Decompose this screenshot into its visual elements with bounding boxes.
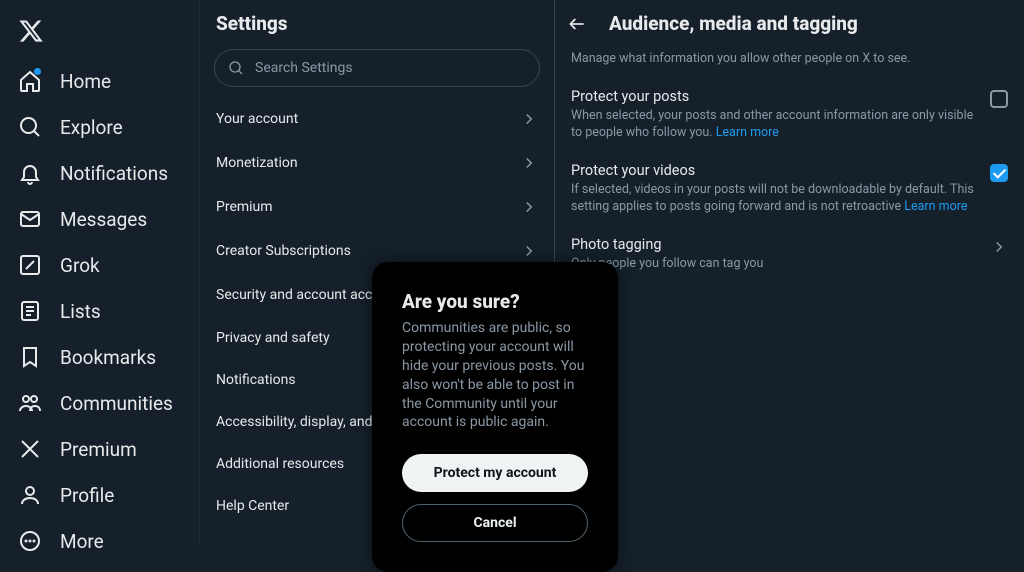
nav-communities[interactable]: Communities (6, 380, 191, 426)
settings-search (214, 49, 540, 87)
detail-subtitle: Manage what information you allow other … (555, 45, 1024, 80)
back-button[interactable] (567, 14, 587, 34)
nav-label: Bookmarks (60, 346, 156, 369)
protect-account-button[interactable]: Protect my account (402, 454, 588, 492)
detail-title: Audience, media and tagging (609, 12, 858, 35)
nav-profile[interactable]: Profile (6, 472, 191, 518)
option-desc: If selected, videos in your posts will n… (571, 182, 978, 216)
row-label: Notifications (216, 372, 296, 388)
nav-label: Messages (60, 208, 147, 231)
nav-notifications[interactable]: Notifications (6, 150, 191, 196)
nav-label: Profile (60, 484, 114, 507)
nav-premium[interactable]: Premium (6, 426, 191, 472)
dialog-body: Communities are public, so protecting yo… (402, 319, 588, 432)
row-label: Your account (216, 111, 298, 127)
search-icon (228, 60, 244, 76)
nav-explore[interactable]: Explore (6, 104, 191, 150)
chevron-right-icon (520, 154, 538, 172)
nav-lists[interactable]: Lists (6, 288, 191, 334)
nav-label: Premium (60, 438, 137, 461)
profile-icon (18, 483, 42, 507)
option-photo-tagging[interactable]: Photo tagging Only people you follow can… (555, 228, 1024, 285)
cancel-button[interactable]: Cancel (402, 504, 588, 542)
row-label: Creator Subscriptions (216, 243, 351, 259)
x-logo[interactable] (6, 8, 191, 58)
search-icon (18, 115, 42, 139)
chevron-right-icon (990, 238, 1008, 256)
row-label: Monetization (216, 155, 298, 171)
nav-messages[interactable]: Messages (6, 196, 191, 242)
option-desc: Only people you follow can tag you (571, 256, 978, 273)
row-label: Additional resources (216, 456, 344, 472)
mail-icon (18, 207, 42, 231)
option-protect-videos: Protect your videos If selected, videos … (555, 154, 1024, 228)
chevron-right-icon (520, 110, 538, 128)
search-input[interactable] (214, 49, 540, 87)
x-icon (18, 437, 42, 461)
option-title: Protect your videos (571, 162, 978, 179)
dialog-title: Are you sure? (402, 290, 588, 313)
option-protect-posts: Protect your posts When selected, your p… (555, 80, 1024, 154)
notification-dot (34, 68, 41, 75)
detail-header: Audience, media and tagging (555, 6, 1024, 45)
grok-icon (18, 253, 42, 277)
nav-more[interactable]: More (6, 518, 191, 564)
nav-label: Home (60, 70, 111, 93)
nav-label: Grok (60, 254, 100, 277)
settings-row-your-account[interactable]: Your account (200, 97, 554, 141)
row-label: Privacy and safety (216, 330, 330, 346)
settings-title: Settings (216, 12, 538, 35)
nav-bookmarks[interactable]: Bookmarks (6, 334, 191, 380)
nav-home[interactable]: Home (6, 58, 191, 104)
list-icon (18, 299, 42, 323)
nav-label: Explore (60, 116, 123, 139)
chevron-right-icon (520, 198, 538, 216)
option-desc: When selected, your posts and other acco… (571, 108, 978, 142)
bookmark-icon (18, 345, 42, 369)
nav-label: More (60, 530, 104, 553)
confirm-dialog: Are you sure? Communities are public, so… (372, 262, 618, 572)
row-label: Security and account access (216, 287, 394, 303)
nav-grok[interactable]: Grok (6, 242, 191, 288)
option-title: Protect your posts (571, 88, 978, 105)
row-label: Premium (216, 199, 273, 215)
settings-row-premium[interactable]: Premium (200, 185, 554, 229)
detail-panel: Audience, media and tagging Manage what … (555, 0, 1024, 544)
nav-label: Lists (60, 300, 101, 323)
chevron-right-icon (520, 242, 538, 260)
learn-more-link[interactable]: Learn more (904, 199, 967, 214)
option-title: Photo tagging (571, 236, 978, 253)
protect-posts-checkbox[interactable] (990, 90, 1008, 108)
settings-row-monetization[interactable]: Monetization (200, 141, 554, 185)
more-icon (18, 529, 42, 553)
protect-videos-checkbox[interactable] (990, 164, 1008, 182)
learn-more-link[interactable]: Learn more (716, 125, 779, 140)
communities-icon (18, 391, 42, 415)
row-label: Help Center (216, 498, 289, 514)
nav-label: Communities (60, 392, 173, 415)
primary-nav: Home Explore Notifications Messages Grok… (0, 0, 200, 544)
nav-label: Notifications (60, 162, 168, 185)
bell-icon (18, 161, 42, 185)
